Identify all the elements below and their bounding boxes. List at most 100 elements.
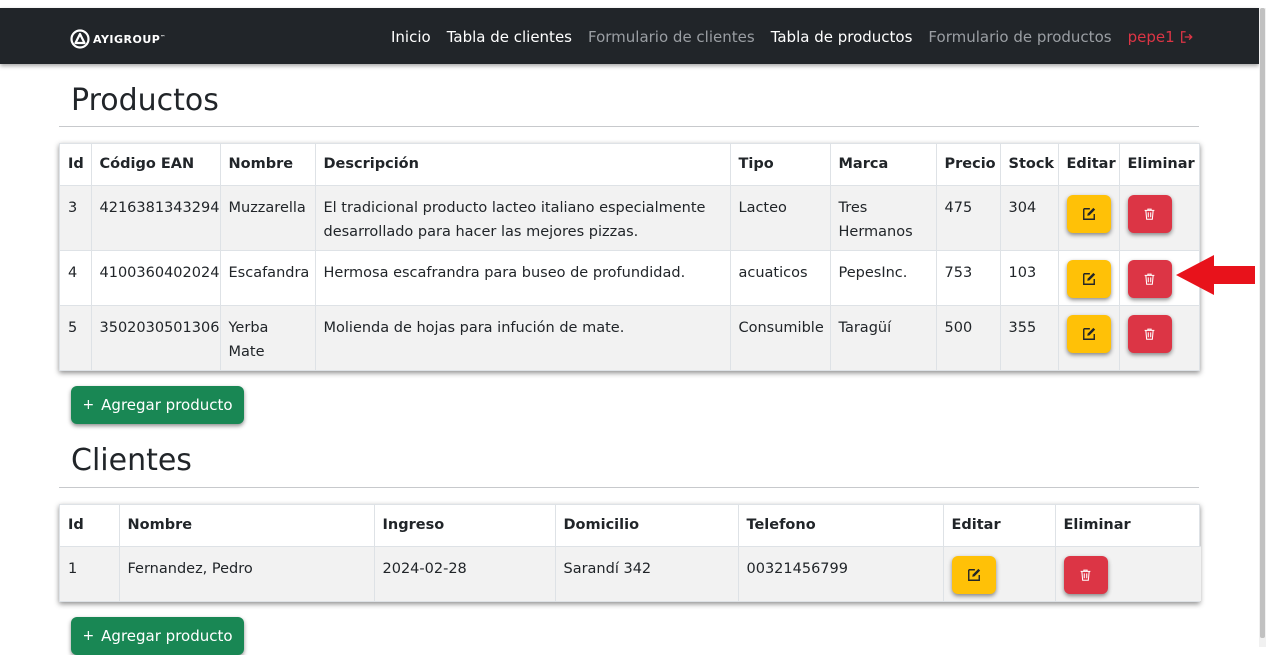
cell-ean: 3502030501306 [91, 305, 221, 370]
agregar-producto-button[interactable]: + Agregar producto [71, 386, 244, 424]
cell-id: 4 [60, 250, 92, 306]
col-editar: Editar [943, 505, 1056, 547]
cell-editar [943, 546, 1056, 601]
edit-button[interactable] [1066, 194, 1111, 233]
delete-button[interactable] [1063, 555, 1108, 594]
cell-nombre: Muzzarella [220, 185, 316, 251]
nav-formulario-productos[interactable]: Formulario de productos [928, 28, 1111, 46]
username: pepe1 [1127, 28, 1175, 46]
producto-row: 4 4100360402024 Escafandra Hermosa escaf… [60, 250, 1199, 306]
cell-marca: Tres Hermanos [830, 185, 937, 251]
delete-button[interactable] [1127, 194, 1172, 233]
delete-button[interactable] [1127, 314, 1172, 353]
nav-links: Inicio Tabla de clientes Formulario de c… [391, 26, 1194, 48]
cell-precio: 500 [936, 305, 1001, 370]
edit-icon [1082, 327, 1095, 340]
cell-domicilio: Sarandí 342 [555, 546, 739, 601]
col-eliminar: Eliminar [1055, 505, 1201, 547]
edit-icon [967, 568, 980, 581]
cell-ingreso: 2024-02-28 [374, 546, 556, 601]
cliente-row: 1 Fernandez, Pedro 2024-02-28 Sarandí 34… [60, 546, 1201, 601]
brand-logo[interactable]: AYIGROUP™ [70, 29, 166, 49]
col-marca: Marca [830, 144, 937, 186]
col-nombre: Nombre [119, 505, 375, 547]
edit-icon [1082, 272, 1095, 285]
edit-button[interactable] [951, 555, 996, 594]
cell-marca: PepesInc. [830, 250, 937, 306]
cell-editar [1058, 250, 1120, 306]
col-nombre: Nombre [220, 144, 316, 186]
clientes-heading: Clientes [71, 443, 192, 478]
productos-heading: Productos [71, 83, 219, 118]
clientes-table: Id Nombre Ingreso Domicilio Telefono Edi… [59, 504, 1201, 602]
cell-precio: 475 [936, 185, 1001, 251]
cell-descripcion: El tradicional producto lacteo italiano … [315, 185, 731, 251]
edit-icon [1082, 207, 1095, 220]
logout-icon [1180, 31, 1193, 43]
cell-eliminar [1055, 546, 1201, 601]
cell-eliminar [1119, 185, 1199, 251]
edit-button[interactable] [1066, 314, 1111, 353]
cell-descripcion: Hermosa escafrandra para buseo de profun… [315, 250, 731, 306]
cell-tipo: Consumible [730, 305, 831, 370]
nav-tabla-productos[interactable]: Tabla de productos [771, 28, 913, 46]
col-editar: Editar [1058, 144, 1120, 186]
edit-button[interactable] [1066, 259, 1111, 298]
trash-icon [1080, 569, 1091, 581]
clientes-header-row: Id Nombre Ingreso Domicilio Telefono Edi… [60, 505, 1201, 547]
plus-icon: + [82, 628, 95, 644]
col-telefono: Telefono [738, 505, 944, 547]
producto-row: 5 3502030501306 Yerba Mate Molienda de h… [60, 305, 1199, 370]
cell-stock: 355 [1000, 305, 1059, 370]
agregar-producto-label: Agregar producto [101, 396, 233, 414]
nav-inicio[interactable]: Inicio [391, 28, 431, 46]
trash-icon [1144, 208, 1155, 220]
cell-editar [1058, 305, 1120, 370]
user-logout-link[interactable]: pepe1 [1128, 28, 1194, 46]
col-ean: Código EAN [91, 144, 221, 186]
red-arrow-icon [1176, 255, 1255, 295]
delete-button[interactable] [1127, 259, 1172, 298]
cell-stock: 304 [1000, 185, 1059, 251]
cell-id: 3 [60, 185, 92, 251]
col-precio: Precio [936, 144, 1001, 186]
cell-id: 5 [60, 305, 92, 370]
col-domicilio: Domicilio [555, 505, 739, 547]
cell-ean: 4100360402024 [91, 250, 221, 306]
col-eliminar: Eliminar [1119, 144, 1199, 186]
scrollbar-thumb[interactable] [1260, 8, 1265, 638]
cell-tipo: acuaticos [730, 250, 831, 306]
col-stock: Stock [1000, 144, 1059, 186]
col-id: Id [60, 505, 120, 547]
cell-id: 1 [60, 546, 120, 601]
cell-tipo: Lacteo [730, 185, 831, 251]
cell-stock: 103 [1000, 250, 1059, 306]
col-descripcion: Descripción [315, 144, 731, 186]
brand-name: AYIGROUP™ [93, 32, 166, 46]
cell-descripcion: Molienda de hojas para infución de mate. [315, 305, 731, 370]
cell-precio: 753 [936, 250, 1001, 306]
cell-ean: 4216381343294 [91, 185, 221, 251]
agregar-producto-label: Agregar producto [101, 627, 233, 645]
cell-nombre: Yerba Mate [220, 305, 316, 370]
nav-formulario-clientes[interactable]: Formulario de clientes [588, 28, 755, 46]
col-tipo: Tipo [730, 144, 831, 186]
productos-header-row: Id Código EAN Nombre Descripción Tipo Ma… [60, 144, 1199, 186]
browser-top-strip [0, 0, 1266, 8]
cell-marca: Taragüí [830, 305, 937, 370]
plus-icon: + [82, 397, 95, 413]
col-id: Id [60, 144, 92, 186]
cell-nombre: Escafandra [220, 250, 316, 306]
cell-nombre: Fernandez, Pedro [119, 546, 375, 601]
col-ingreso: Ingreso [374, 505, 556, 547]
ayi-logo-icon [70, 29, 90, 49]
cell-editar [1058, 185, 1120, 251]
agregar-producto-button-2[interactable]: + Agregar producto [71, 617, 244, 655]
cell-telefono: 00321456799 [738, 546, 944, 601]
productos-divider [59, 126, 1199, 127]
nav-tabla-clientes[interactable]: Tabla de clientes [447, 28, 572, 46]
cell-eliminar [1119, 305, 1199, 370]
producto-row: 3 4216381343294 Muzzarella El tradiciona… [60, 185, 1199, 251]
navbar: AYIGROUP™ Inicio Tabla de clientes Formu… [0, 8, 1259, 64]
productos-table: Id Código EAN Nombre Descripción Tipo Ma… [59, 143, 1200, 371]
